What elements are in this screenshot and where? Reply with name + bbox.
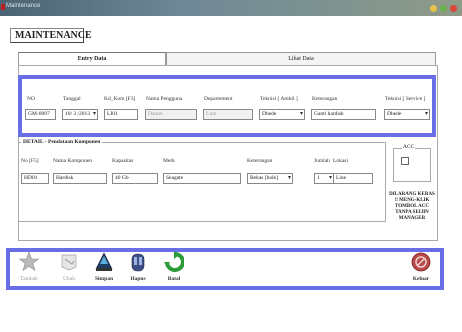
exit-icon — [411, 252, 431, 272]
acc-warning-text: DILARANG KERAS !! MENG-KLIK TOMBOL ACC T… — [389, 192, 435, 221]
star-icon — [19, 251, 39, 272]
maximize-icon[interactable] — [440, 5, 447, 12]
batal-label: Batal — [167, 276, 181, 282]
app-icon — [1, 4, 5, 10]
simpan-button[interactable]: Simpan — [92, 251, 116, 289]
keterangan-label: Keterangan — [312, 96, 338, 102]
tanggal-datepicker[interactable]: 10/ 3 /2013 — [62, 109, 98, 120]
acc-panel: ACC DILARANG KERAS !! MENG-KLIK TOMBOL A… — [387, 142, 437, 238]
merk-label: Merk — [163, 158, 175, 164]
tambah-button[interactable]: Tambah — [17, 251, 41, 289]
kapasitas-field[interactable]: 40 Gb — [112, 173, 158, 184]
detail-no-field[interactable]: HD01 — [21, 173, 49, 184]
form-title: MAINTENANCE — [10, 28, 92, 43]
hapus-label: Hapus — [130, 276, 146, 282]
hapus-button[interactable]: Hapus — [126, 251, 150, 289]
detail-keterangan-label: Keterangan — [247, 158, 273, 164]
teknisi-service-label: Teknisi [ Service ] — [385, 96, 426, 102]
window-titlebar[interactable]: Maintenance — [0, 0, 462, 16]
minimize-icon[interactable] — [430, 5, 437, 12]
lokasi-field[interactable]: Line — [333, 173, 373, 184]
keterangan-field[interactable]: Ganti hardisk — [311, 109, 376, 120]
kd-kom-label: Kd_Kom [F3] — [104, 96, 136, 102]
save-icon — [95, 252, 113, 271]
tab-lihat-data[interactable]: Lihat Data — [166, 52, 436, 65]
lokasi-label: Lokasi — [333, 158, 348, 164]
delete-icon — [131, 253, 145, 272]
refresh-icon — [164, 251, 184, 272]
edit-icon — [61, 254, 77, 271]
window-title: Maintenance — [6, 3, 41, 9]
nama-pengguna-field: Daniel — [145, 109, 197, 120]
acc-label: ACC — [402, 144, 416, 150]
header-panel — [18, 75, 436, 137]
close-icon[interactable] — [450, 5, 457, 12]
nama-komponen-field[interactable]: Hardisk — [53, 173, 107, 184]
jumlah-label: Jumlah — [314, 158, 330, 164]
jumlah-stepper[interactable]: 1 — [314, 173, 334, 184]
teknisi-ambil-label: Teknisi [ Ambil ] — [260, 96, 298, 102]
no-label: NO — [27, 96, 35, 102]
batal-button[interactable]: Batal — [162, 251, 186, 289]
merk-field[interactable]: Seagate — [163, 173, 241, 184]
tab-strip: Entry Data Lihat Data — [18, 52, 438, 66]
acc-group — [393, 148, 431, 182]
teknisi-ambil-select[interactable]: Dhede — [259, 109, 305, 120]
detail-keterangan-select[interactable]: Bekas [baik] — [247, 173, 293, 184]
teknisi-service-select[interactable]: Dhede — [384, 109, 430, 120]
no-field[interactable]: GM-0007 — [25, 109, 56, 120]
nama-pengguna-label: Nama Pengguna — [146, 96, 183, 102]
tambah-label: Tambah — [20, 276, 38, 282]
detail-title: DETAIL - Pendataan Komponen — [21, 139, 103, 145]
departement-label: Departement — [204, 96, 233, 102]
keluar-button[interactable]: Keluar — [409, 251, 433, 289]
acc-checkbox[interactable] — [401, 157, 409, 165]
simpan-label: Simpan — [94, 276, 114, 282]
keluar-label: Keluar — [412, 276, 430, 282]
departement-field: Line — [203, 109, 253, 120]
tab-entry-data[interactable]: Entry Data — [18, 52, 166, 65]
ubah-button[interactable]: Ubah — [57, 251, 81, 289]
kd-kom-field[interactable]: LI01 — [104, 109, 138, 120]
kapasitas-label: Kapasitas — [112, 158, 134, 164]
nama-komponen-label: Nama Komponen — [53, 158, 92, 164]
detail-no-label: No [F5] — [21, 158, 39, 164]
ubah-label: Ubah — [63, 276, 75, 282]
tanggal-label: Tanggal — [63, 96, 81, 102]
